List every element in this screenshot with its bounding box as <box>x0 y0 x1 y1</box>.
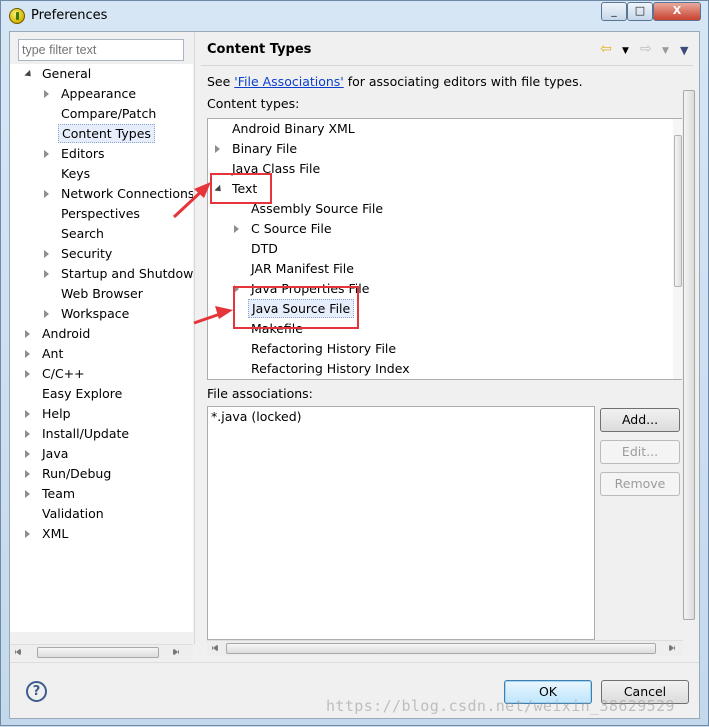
preferences-window: Preferences _ □ X GeneralAppearanceCompa… <box>0 0 709 726</box>
watermark: https://blog.csdn.net/weixin_38629529 <box>326 697 675 715</box>
annotation-arrows <box>172 182 233 325</box>
annotation-arrowhead-2 <box>215 306 233 319</box>
